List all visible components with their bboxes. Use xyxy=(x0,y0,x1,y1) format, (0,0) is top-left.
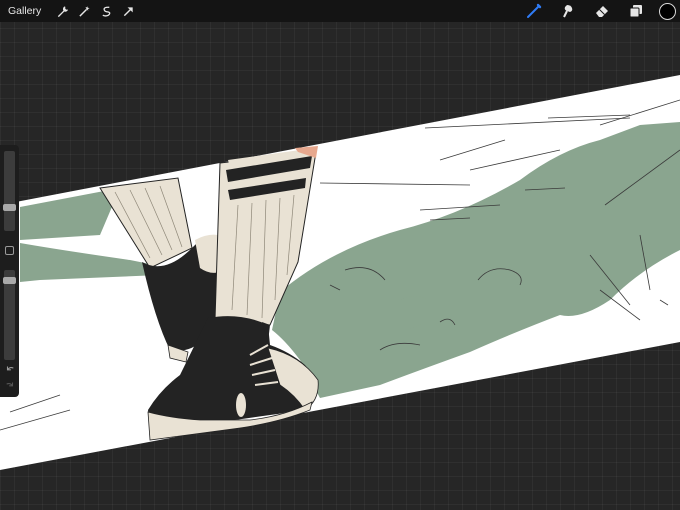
brush-icon[interactable] xyxy=(517,0,551,22)
brush-size-thumb[interactable] xyxy=(3,203,16,211)
modify-button[interactable] xyxy=(5,246,14,255)
transform-arrow-icon[interactable] xyxy=(117,0,139,22)
wrench-icon[interactable] xyxy=(51,0,73,22)
gallery-button[interactable]: Gallery xyxy=(8,5,41,17)
eraser-icon[interactable] xyxy=(585,0,619,22)
brush-size-slider[interactable] xyxy=(4,151,15,231)
redo-button[interactable] xyxy=(3,379,16,391)
undo-button[interactable] xyxy=(3,363,16,375)
smudge-icon[interactable] xyxy=(551,0,585,22)
magic-wand-icon[interactable] xyxy=(73,0,95,22)
redo-icon xyxy=(5,382,13,387)
artwork-canvas[interactable] xyxy=(0,0,680,510)
undo-icon xyxy=(6,366,14,371)
selection-icon[interactable] xyxy=(95,0,117,22)
current-color-swatch[interactable] xyxy=(659,2,676,20)
left-sidebar xyxy=(0,145,19,397)
top-toolbar: Gallery xyxy=(0,0,680,22)
opacity-thumb[interactable] xyxy=(3,276,16,284)
opacity-slider[interactable] xyxy=(4,270,15,360)
layers-icon[interactable] xyxy=(619,0,653,22)
